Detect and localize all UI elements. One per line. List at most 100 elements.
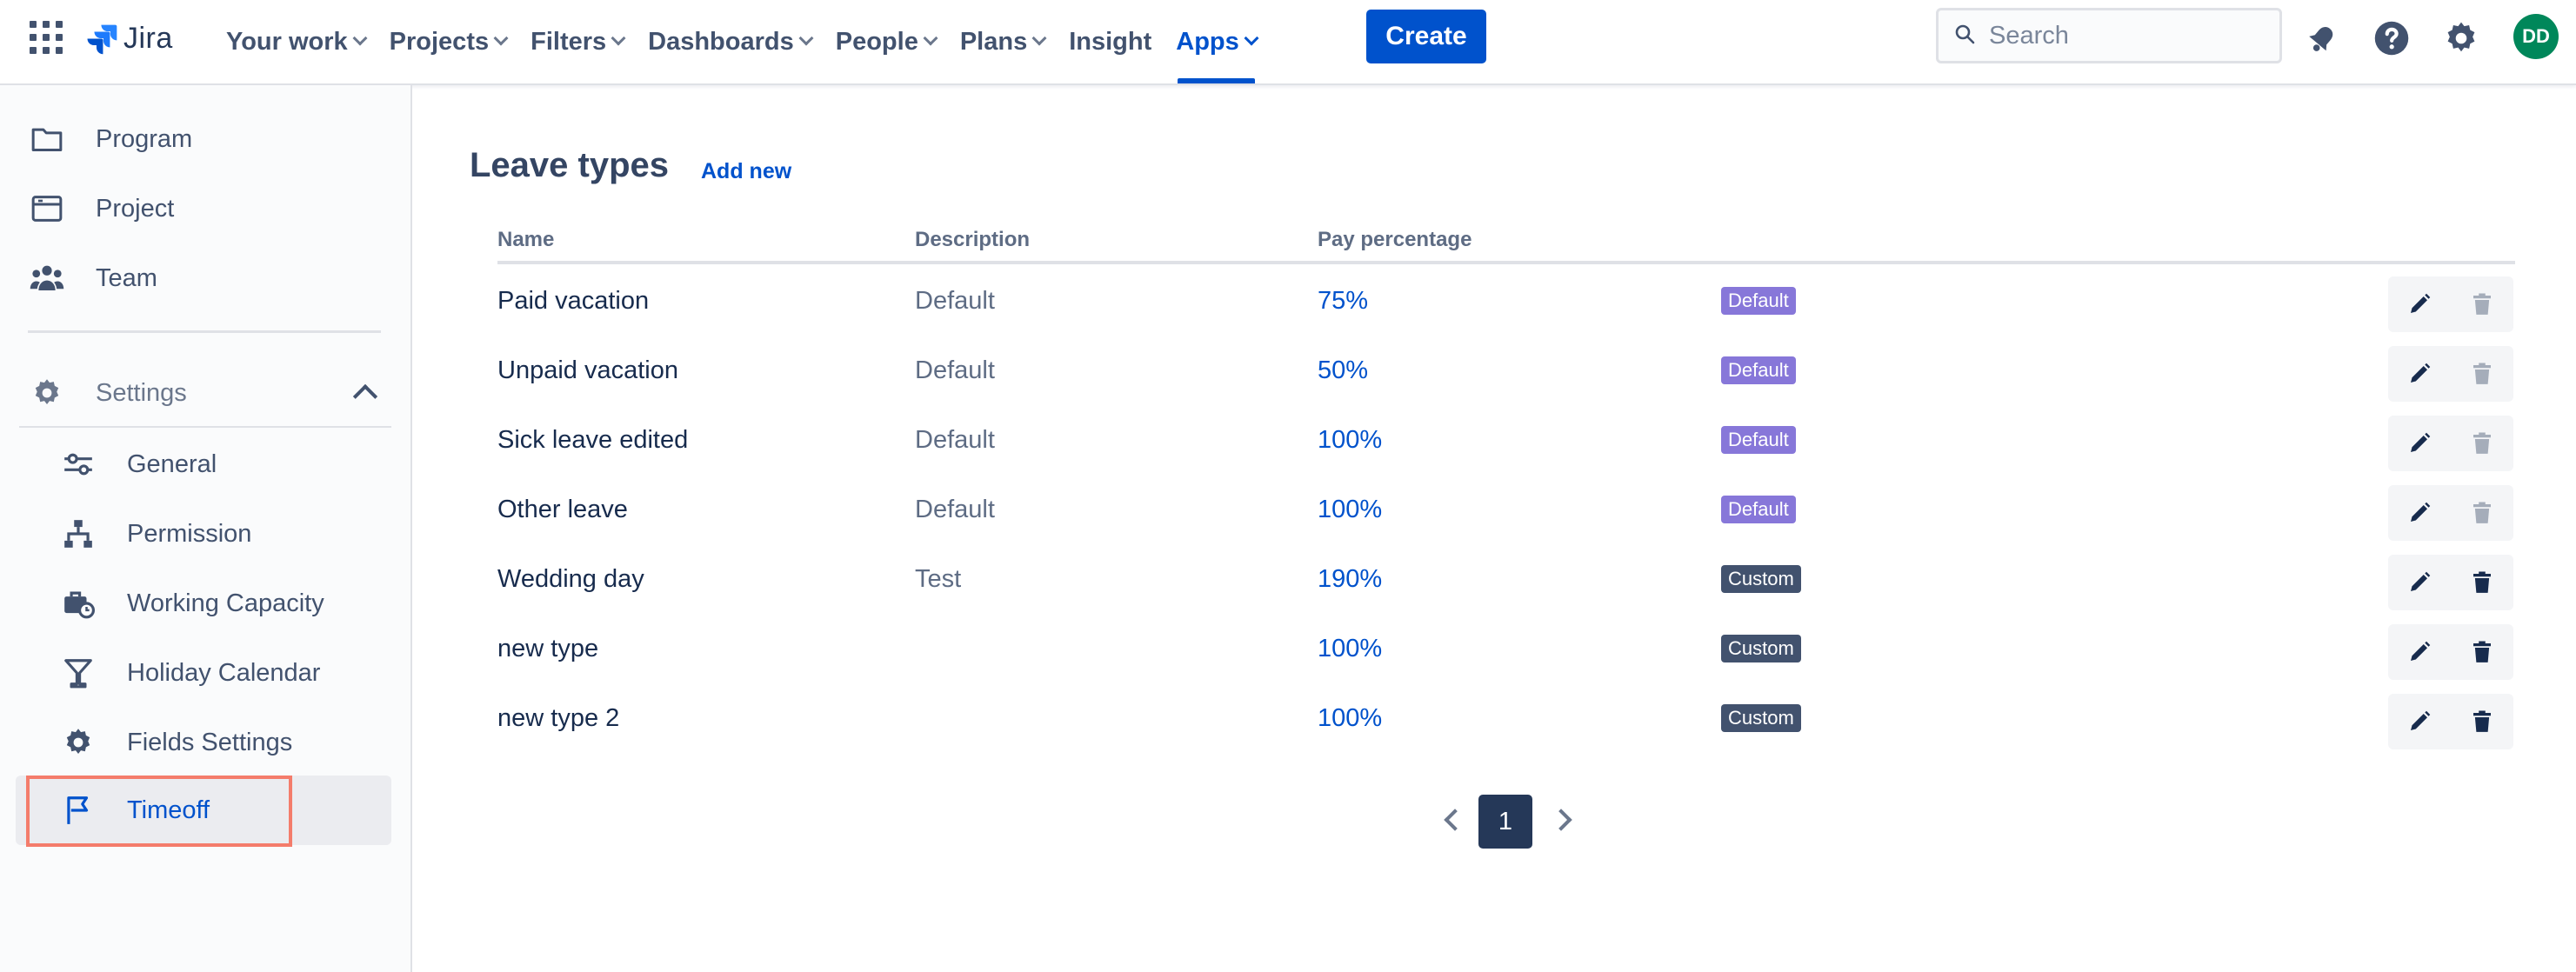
leave-type-pay-percentage: 50% [1318, 356, 1369, 384]
search-input[interactable]: Search [1936, 8, 2282, 63]
leave-type-name: new type 2 [497, 703, 620, 732]
edit-button[interactable] [2388, 694, 2451, 749]
leave-type-badge-cell: Custom [1721, 614, 1801, 683]
nav-projects[interactable]: Projects [377, 0, 518, 83]
leave-type-pay-percentage: 75% [1318, 286, 1369, 315]
leave-type-badge-cell: Default [1721, 266, 1796, 336]
delete-button[interactable] [2451, 624, 2513, 680]
nav-label: Apps [1176, 27, 1239, 56]
primary-nav: Your work Projects Filters Dashboards Pe… [214, 0, 1269, 83]
nav-filters[interactable]: Filters [518, 0, 636, 83]
leave-type-description: Default [915, 356, 995, 384]
page-title: Leave types [470, 146, 670, 184]
chevron-down-icon [611, 30, 626, 46]
delete-button [2451, 276, 2513, 332]
folder-icon [28, 120, 66, 158]
nav-dashboards[interactable]: Dashboards [636, 0, 824, 83]
chevron-down-icon [493, 30, 509, 46]
project-icon [28, 190, 66, 228]
leave-type-badge-cell: Custom [1721, 683, 1801, 753]
avatar[interactable]: DD [2513, 14, 2559, 59]
jira-logo[interactable]: Jira [85, 19, 173, 57]
nav-plans[interactable]: Plans [948, 0, 1057, 83]
chevron-down-icon [923, 30, 938, 46]
trash-icon [2473, 363, 2491, 384]
leave-type-pay-percentage: 100% [1318, 634, 1383, 662]
leave-type-description: Default [915, 286, 995, 315]
sidebar-item-project[interactable]: Project [0, 174, 412, 243]
type-badge: Custom [1721, 635, 1801, 662]
nav-label: Your work [226, 27, 348, 56]
leave-type-description: Default [915, 425, 995, 454]
edit-button[interactable] [2388, 276, 2451, 332]
create-button[interactable]: Create [1366, 10, 1486, 63]
pencil-icon [2411, 502, 2431, 522]
column-header-name: Name [497, 228, 555, 251]
trash-icon [2473, 293, 2491, 315]
type-badge: Default [1721, 426, 1796, 454]
delete-button[interactable] [2451, 694, 2513, 749]
edit-button[interactable] [2388, 624, 2451, 680]
nav-people[interactable]: People [824, 0, 948, 83]
pencil-icon [2411, 710, 2431, 730]
leave-type-badge-cell: Default [1721, 475, 1796, 544]
chevron-left-icon[interactable] [1444, 809, 1466, 831]
sidebar-item-label: Program [96, 124, 193, 153]
leave-type-badge-cell: Default [1721, 405, 1796, 475]
leave-type-name: Other leave [497, 495, 628, 523]
trash-icon [2473, 641, 2491, 662]
pencil-icon [2411, 363, 2431, 383]
edit-button[interactable] [2388, 416, 2451, 471]
table-row: Sick leave edited Default 100% Default [0, 405, 2576, 475]
app-switcher-icon[interactable] [30, 21, 63, 54]
notifications-icon[interactable] [2301, 17, 2343, 59]
leave-type-name: Unpaid vacation [497, 356, 678, 384]
type-badge: Custom [1721, 704, 1801, 732]
top-navigation: Jira Your work Projects Filters Dashboar… [0, 0, 2576, 85]
leave-type-description: Test [915, 564, 962, 593]
settings-icon[interactable] [2440, 17, 2482, 59]
leave-type-name: Sick leave edited [497, 425, 689, 454]
table-row: new type 100% Custom [0, 614, 2576, 683]
delete-button[interactable] [2451, 555, 2513, 610]
leave-type-badge-cell: Default [1721, 336, 1796, 405]
pencil-icon [2411, 641, 2431, 661]
chevron-down-icon [1031, 30, 1047, 46]
chevron-down-icon [798, 30, 814, 46]
pencil-icon [2411, 571, 2431, 591]
add-new-link[interactable]: Add new [701, 159, 791, 184]
nav-your-work[interactable]: Your work [214, 0, 377, 83]
leave-type-description: Default [915, 495, 995, 523]
type-badge: Custom [1721, 565, 1801, 593]
chevron-down-icon [352, 30, 368, 46]
leave-type-pay-percentage: 100% [1318, 703, 1383, 732]
edit-button[interactable] [2388, 555, 2451, 610]
table-row: Paid vacation Default 75% Default [0, 266, 2576, 336]
trash-icon [2473, 710, 2491, 732]
sidebar-item-program[interactable]: Program [0, 104, 412, 174]
pagination: 1 [0, 795, 2576, 850]
type-badge: Default [1721, 287, 1796, 315]
pencil-icon [2411, 432, 2431, 452]
logo-text: Jira [123, 21, 173, 55]
chevron-down-icon [1244, 30, 1259, 46]
nav-apps[interactable]: Apps [1164, 0, 1269, 83]
table-row: new type 2 100% Custom [0, 683, 2576, 753]
leave-type-pay-percentage: 190% [1318, 564, 1383, 593]
nav-label: Dashboards [648, 27, 794, 56]
help-icon[interactable] [2371, 17, 2412, 59]
edit-button[interactable] [2388, 485, 2451, 541]
nav-label: Plans [959, 27, 1028, 56]
trash-icon [2473, 571, 2491, 593]
leave-type-name: new type [497, 634, 599, 662]
delete-button [2451, 485, 2513, 541]
table-row: Other leave Default 100% Default [0, 475, 2576, 544]
edit-button[interactable] [2388, 346, 2451, 402]
nav-insight[interactable]: Insight [1057, 0, 1164, 83]
leave-type-name: Paid vacation [497, 286, 650, 315]
trash-icon [2473, 432, 2491, 454]
chevron-right-icon[interactable] [1550, 809, 1572, 831]
delete-button [2451, 416, 2513, 471]
page-button-current[interactable]: 1 [1478, 795, 1532, 849]
table-row: Unpaid vacation Default 50% Default [0, 336, 2576, 405]
